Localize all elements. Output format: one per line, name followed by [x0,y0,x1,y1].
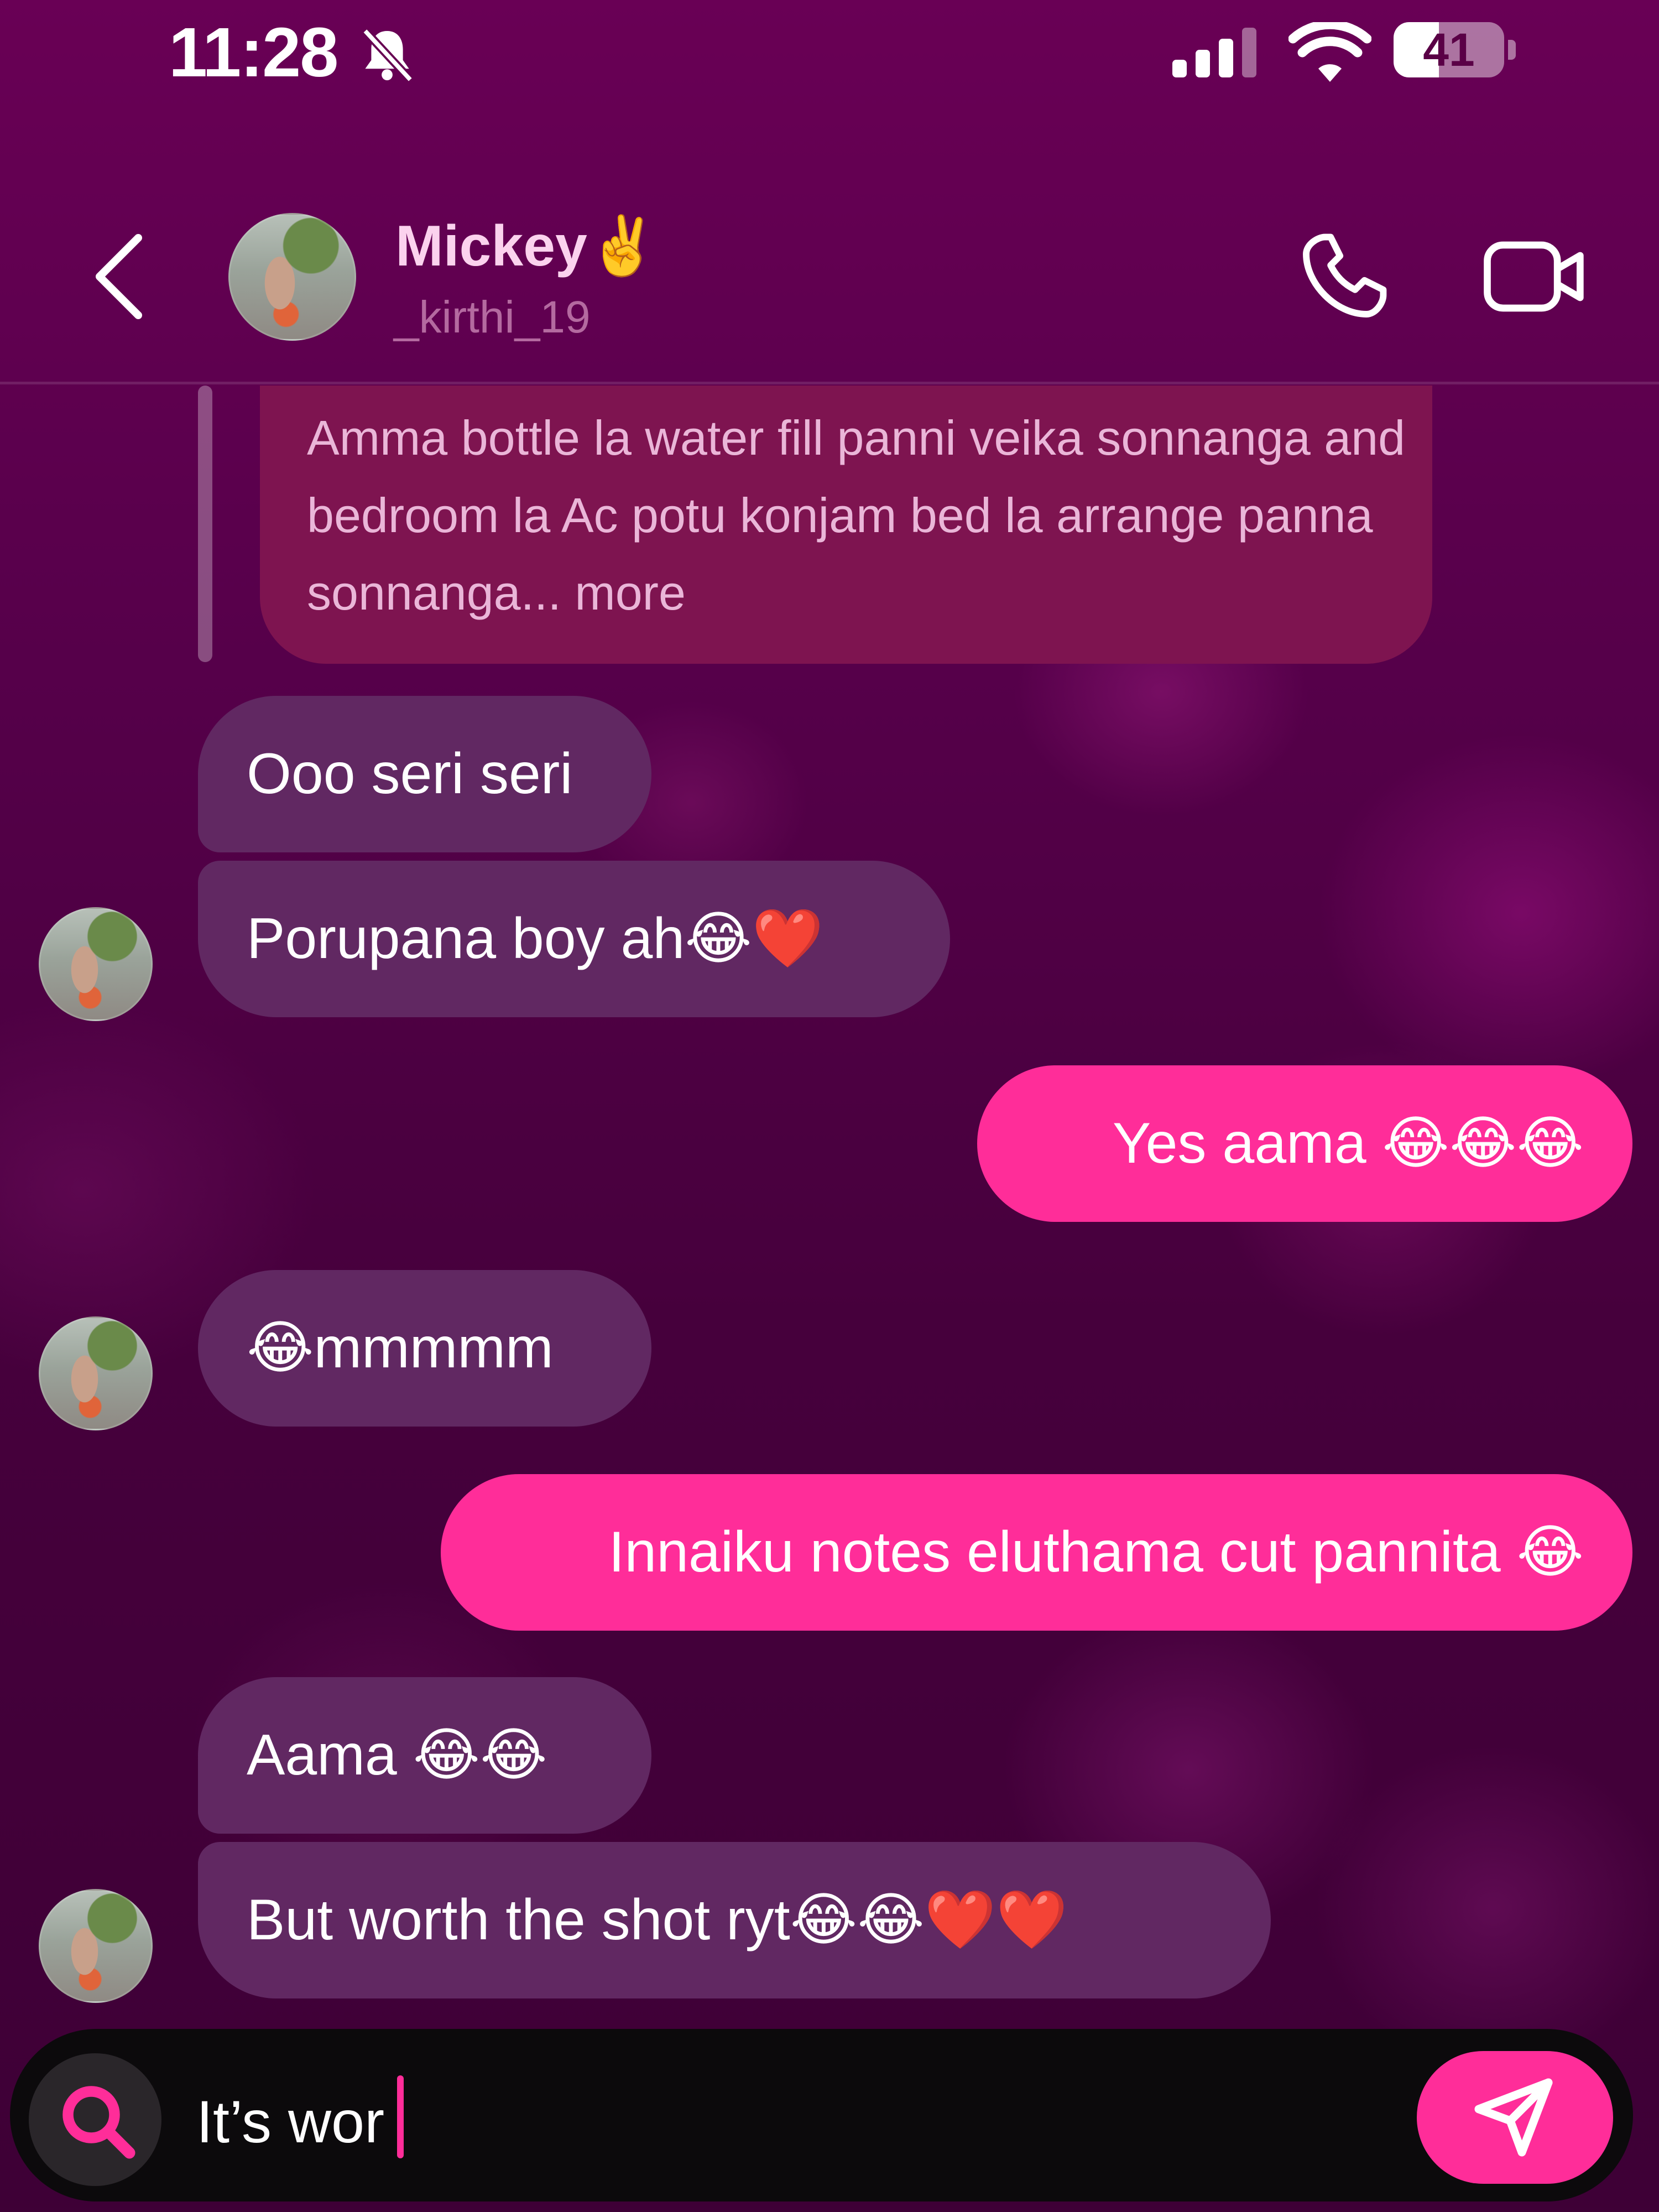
victory-hand-emoji: ✌️ [587,214,659,278]
sender-avatar[interactable] [39,1316,153,1430]
contact-name[interactable]: Mickey✌️ [395,213,659,280]
message-input[interactable] [196,2069,1413,2174]
cellular-signal-icon [1172,28,1256,77]
reply-indicator-bar [198,386,212,662]
text-caret [397,2075,404,2158]
message-bubble-incoming[interactable]: Ooo seri seri [198,696,651,852]
header-divider [0,382,1659,384]
status-time: 11:28 [169,13,338,91]
sender-avatar[interactable] [39,1889,153,2003]
message-bubble-incoming[interactable]: But worth the shot ryt😂😂❤️❤️ [198,1842,1271,1998]
battery-percent: 41 [1423,24,1475,76]
message-bubble-incoming[interactable]: Aama 😂😂 [198,1677,651,1834]
search-icon[interactable] [56,2080,139,2163]
contact-username[interactable]: _kirthi_19 [394,292,591,343]
contact-avatar[interactable] [228,213,356,341]
send-icon [1474,2078,1553,2157]
bell-slash-icon [362,28,414,83]
phone-icon[interactable] [1297,230,1391,324]
message-bubble-outgoing[interactable]: Innaiku notes eluthama cut pannita 😂 [441,1474,1632,1631]
wifi-icon [1288,22,1371,82]
back-chevron-icon[interactable] [83,227,155,326]
replied-message-text: Amma bottle la water fill panni veika so… [307,410,1406,620]
sender-avatar[interactable] [39,907,153,1021]
message-bubble-outgoing[interactable]: Yes aama 😂😂😂 [977,1065,1632,1222]
message-bubble-incoming[interactable]: Porupana boy ah😂❤️ [198,861,950,1017]
video-camera-icon[interactable] [1482,232,1587,321]
send-button[interactable] [1417,2051,1613,2184]
message-bubble-incoming[interactable]: 😂mmmmm [198,1270,651,1427]
battery-indicator: 41 [1394,22,1521,77]
